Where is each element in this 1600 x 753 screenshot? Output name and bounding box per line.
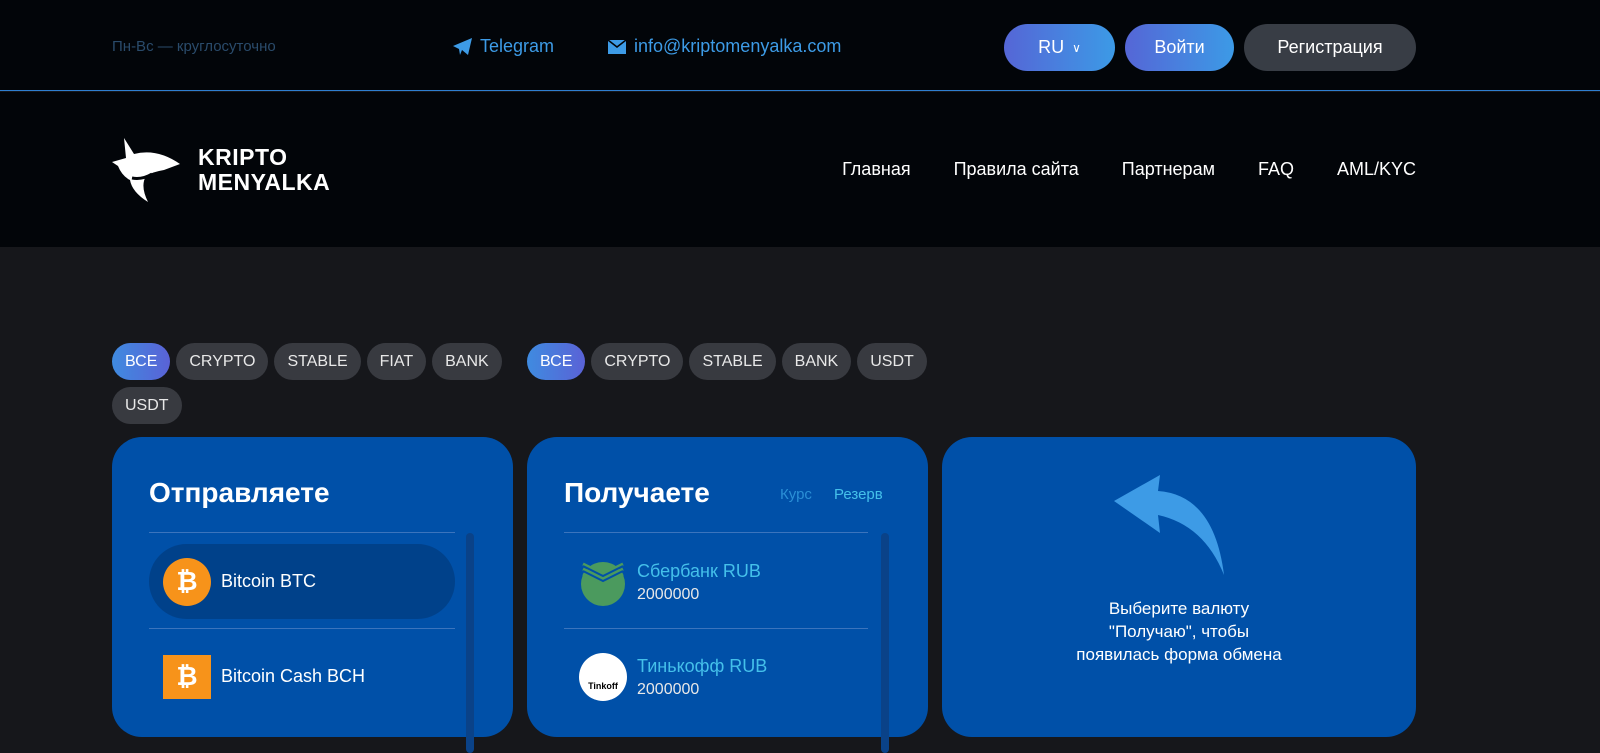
scrollbar[interactable]	[466, 533, 474, 753]
bitcoin-cash-icon: ₿	[163, 654, 211, 699]
reserve-value: 2000000	[637, 585, 700, 603]
sort-rate[interactable]: Курс	[780, 486, 812, 503]
nav-faq[interactable]: FAQ	[1258, 159, 1294, 180]
send-card: Отправляете ₿ Bitcoin BTC ₿ Bitcoin Cash…	[112, 437, 513, 753]
receive-filter-bank[interactable]: BANK	[781, 343, 852, 380]
send-filter-bank[interactable]: BANK	[432, 343, 502, 380]
receive-filter-crypto[interactable]: CRYPTO	[591, 343, 684, 380]
chevron-down-icon: ∨	[1072, 40, 1081, 55]
exchange-form-card: Выберите валюту "Получаю", чтобы появила…	[942, 437, 1416, 737]
logo-line1: KRIPTO	[198, 144, 288, 170]
nav-aml-kyc[interactable]: AML/KYC	[1337, 159, 1416, 180]
shark-logo-icon	[112, 138, 180, 202]
login-button[interactable]: Войти	[1125, 24, 1234, 71]
scrollbar[interactable]	[881, 533, 889, 753]
divider	[149, 628, 455, 629]
send-filters: ВСЕ CRYPTO STABLE FIAT BANK USDT	[112, 343, 512, 424]
currency-item-sberbank[interactable]: Сбербанк RUB 2000000	[579, 558, 761, 606]
receive-filter-usdt[interactable]: USDT	[857, 343, 927, 380]
reserve-value: 2000000	[637, 680, 700, 698]
language-value: RU	[1038, 37, 1065, 57]
currency-item-bch[interactable]: ₿ Bitcoin Cash BCH	[149, 639, 455, 714]
currency-name: Bitcoin Cash BCH	[221, 666, 366, 686]
currency-name: Сбербанк RUB	[637, 560, 761, 581]
nav-rules[interactable]: Правила сайта	[954, 159, 1079, 180]
telegram-label: Telegram	[480, 36, 555, 56]
mail-icon	[608, 39, 626, 54]
telegram-link[interactable]: Telegram	[453, 36, 554, 57]
logo-line2: MENYALKA	[198, 169, 331, 195]
nav-partners[interactable]: Партнерам	[1122, 159, 1215, 180]
language-select[interactable]: RU ∨	[1004, 24, 1115, 71]
sort-reserve[interactable]: Резерв	[834, 486, 883, 503]
hint-line1: Выберите валюту	[1108, 599, 1250, 618]
receive-filter-all[interactable]: ВСЕ	[527, 343, 586, 380]
divider	[564, 628, 868, 629]
receive-title: Получаете	[564, 477, 710, 508]
divider	[564, 532, 868, 533]
send-title: Отправляете	[149, 477, 330, 508]
email-label: info@kriptomenyalka.com	[634, 36, 842, 56]
send-filter-stable[interactable]: STABLE	[274, 343, 361, 380]
arrow-back-icon	[1114, 475, 1224, 575]
receive-filters: ВСЕ CRYPTO STABLE BANK USDT	[527, 343, 947, 380]
logo[interactable]: KRIPTO MENYALKA	[112, 136, 330, 204]
bitcoin-icon: ₿	[163, 557, 211, 606]
main-nav: Главная Правила сайта Партнерам FAQ AML/…	[842, 159, 1416, 180]
working-hours: Пн-Вс — круглосуточно	[112, 38, 276, 55]
top-bar: Пн-Вс — круглосуточно Telegram info@krip…	[0, 0, 1600, 91]
hint-line2: "Получаю", чтобы	[1108, 622, 1250, 641]
email-link[interactable]: info@kriptomenyalka.com	[608, 36, 841, 57]
send-filter-all[interactable]: ВСЕ	[112, 343, 171, 380]
currency-name: Тинькофф RUB	[637, 655, 768, 676]
currency-item-tinkoff[interactable]: Tinkoff Тинькофф RUB 2000000	[579, 653, 767, 701]
tinkoff-icon: Tinkoff	[579, 653, 627, 701]
nav-home[interactable]: Главная	[842, 159, 911, 180]
send-filter-crypto[interactable]: CRYPTO	[176, 343, 269, 380]
telegram-icon	[453, 38, 472, 55]
send-filter-usdt[interactable]: USDT	[112, 387, 182, 424]
hint-line3: появилась форма обмена	[1076, 645, 1282, 664]
send-filter-fiat[interactable]: FIAT	[366, 343, 427, 380]
currency-name: Bitcoin BTC	[221, 571, 317, 591]
sberbank-icon	[581, 562, 625, 606]
divider	[149, 532, 455, 533]
register-button[interactable]: Регистрация	[1244, 24, 1416, 71]
currency-item-btc[interactable]: ₿ Bitcoin BTC	[149, 544, 455, 619]
receive-card: Получаете Курс Резерв Сбербанк RUB 200000…	[527, 437, 928, 753]
receive-filter-stable[interactable]: STABLE	[689, 343, 776, 380]
